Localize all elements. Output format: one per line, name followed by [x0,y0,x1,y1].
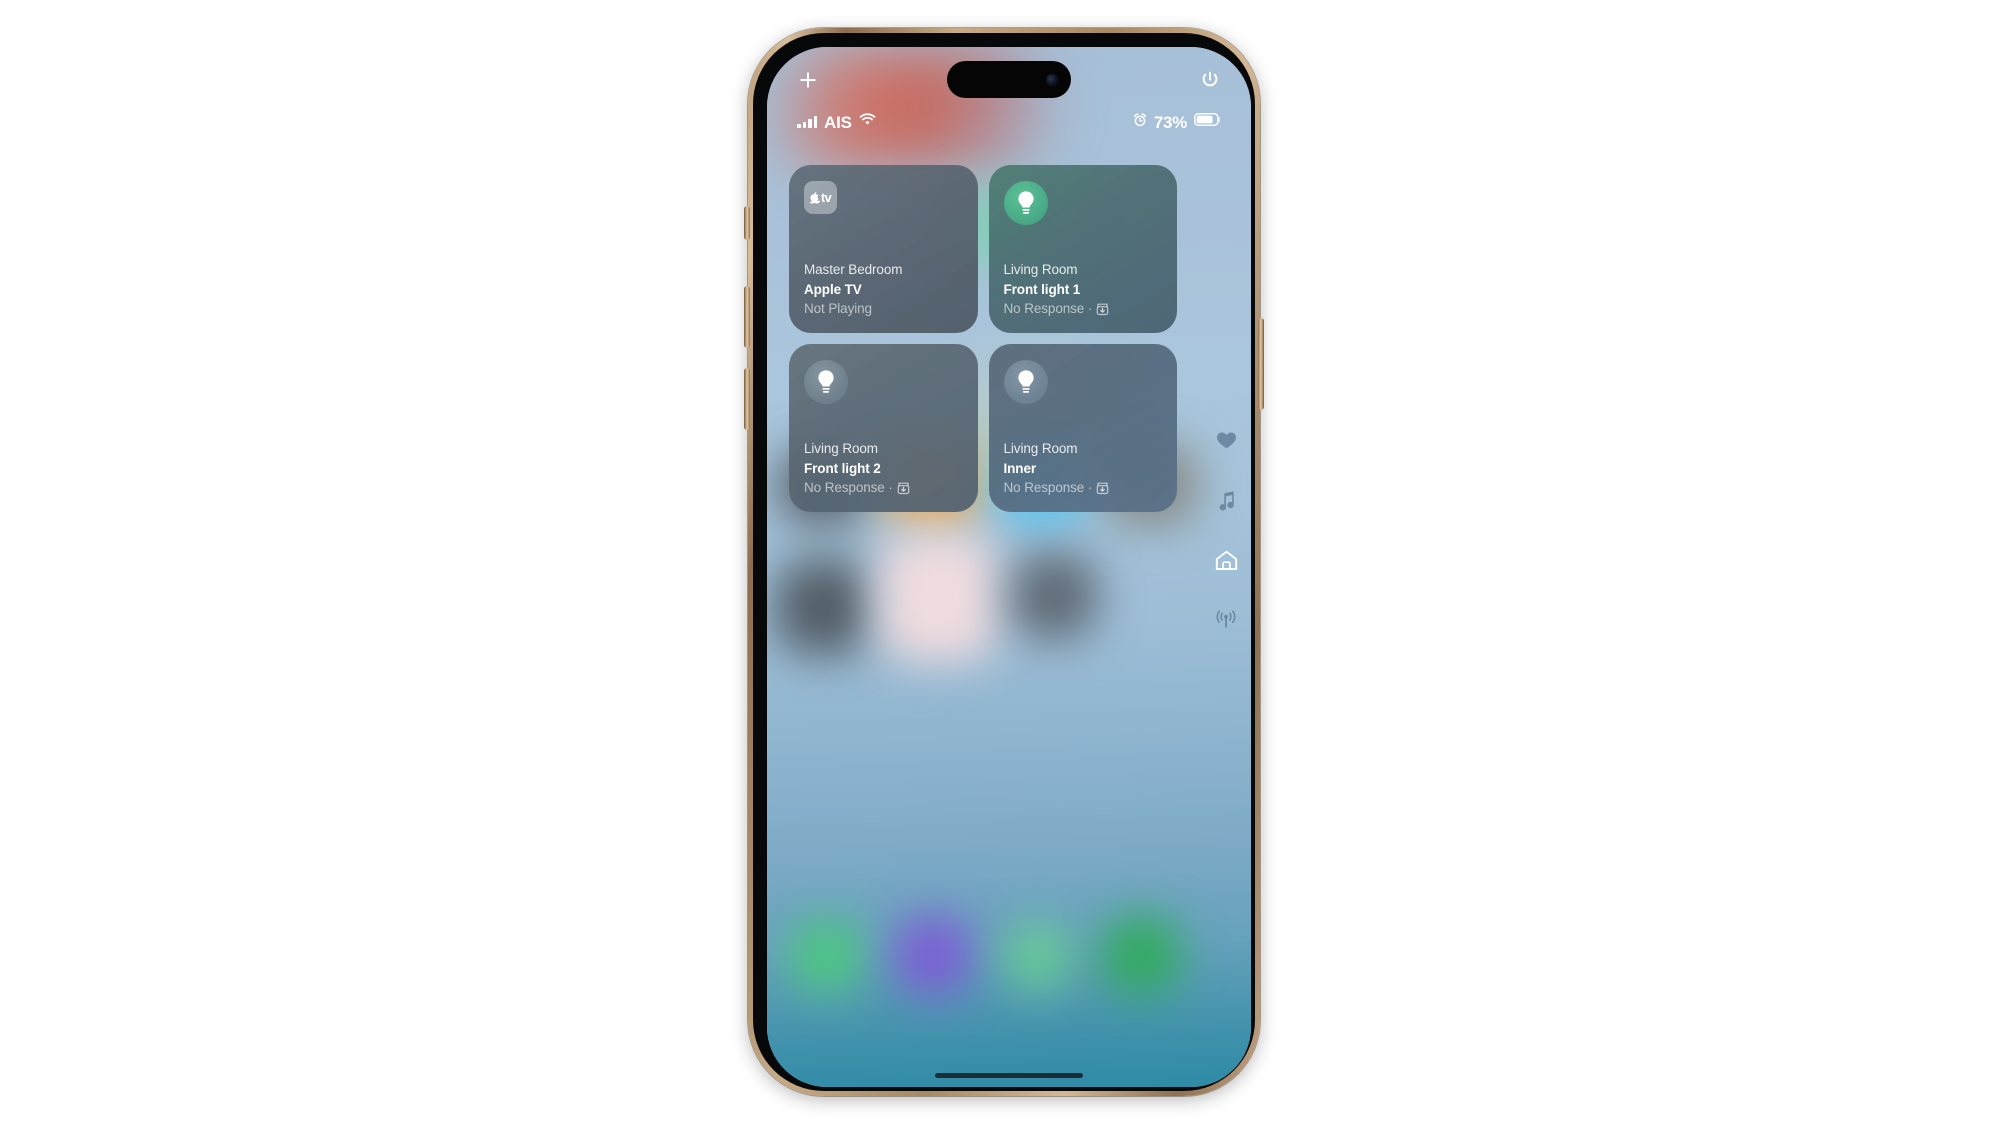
blurred-dock-icon [789,919,863,993]
heart-icon [1216,431,1237,450]
status-bar-right: 73% [1133,112,1221,132]
battery-percentage: 73% [1153,112,1187,132]
software-update-icon[interactable] [1096,302,1109,316]
accessory-room: Master Bedroom [804,262,903,278]
software-update-icon[interactable] [1096,481,1109,495]
apple-tv-icon: tv [804,181,837,214]
blurred-app-icon [879,533,997,661]
alarm-clock-icon [1133,112,1147,132]
accessory-tile-text: Living Room Front light 1 No Response · [1004,260,1164,319]
volume-down-button[interactable] [744,368,750,430]
status-bar-left: AIS [797,113,876,131]
lightbulb-icon [804,360,848,404]
rail-item-favorites[interactable] [1211,425,1241,455]
device-bezel: AIS 73% tv Master Bedroom Apple TV Not P… [753,33,1255,1091]
accessory-tile-inner[interactable]: Living Room Inner No Response · [988,344,1177,512]
dynamic-island [947,61,1071,98]
screenshot-stage: AIS 73% tv Master Bedroom Apple TV Not P… [0,0,2000,1125]
accessory-name: Inner [1003,460,1037,476]
apple-tv-tv-text: tv [820,190,832,205]
accessory-room: Living Room [804,441,878,457]
accessory-name: Front light 1 [1003,281,1081,297]
action-button[interactable] [744,206,750,240]
accessory-status: No Response · [1004,478,1164,498]
accessory-grid: tv Master Bedroom Apple TV Not Playing L… [789,165,1177,512]
status-bar: AIS 73% [767,109,1251,135]
cellular-bars-icon [797,116,817,128]
blurred-dock-icon [1003,923,1073,991]
accessory-tile-text: Living Room Inner No Response · [1004,439,1164,498]
accessory-status-text: No Response · [1003,301,1093,317]
power-button[interactable] [1195,65,1225,95]
device-screen: AIS 73% tv Master Bedroom Apple TV Not P… [767,47,1251,1087]
add-accessory-button[interactable] [793,65,823,95]
blurred-app-icon [775,559,871,655]
accessory-tile-apple-tv[interactable]: tv Master Bedroom Apple TV Not Playing [789,165,978,333]
accessory-tile-text: Living Room Front light 2 No Response · [804,439,964,498]
iphone-device: AIS 73% tv Master Bedroom Apple TV Not P… [744,28,1264,1096]
accessory-name: Apple TV [804,281,862,297]
accessory-tile-front-light-1[interactable]: Living Room Front light 1 No Response · [988,165,1177,333]
accessory-status-text: No Response · [804,480,893,496]
accessory-status: Not Playing [804,299,964,319]
accessory-room: Living Room [1003,441,1078,457]
wifi-icon [859,113,876,131]
home-indicator[interactable] [935,1073,1083,1078]
blurred-app-icon [1011,553,1097,639]
blurred-dock-icon [895,915,971,995]
broadcast-icon [1215,610,1237,630]
accessory-name: Front light 2 [804,460,881,476]
blurred-dock-icon [1101,915,1181,995]
battery-icon [1194,113,1221,131]
rail-item-broadcast[interactable] [1211,605,1241,635]
rail-item-home[interactable] [1211,545,1241,575]
accessory-status-text: No Response · [1003,480,1093,496]
volume-up-button[interactable] [744,286,750,348]
apple-tv-wordmark: tv [809,190,832,205]
accessory-room: Living Room [1003,262,1078,278]
accessory-status: No Response · [804,478,964,498]
software-update-icon[interactable] [897,481,910,495]
house-icon [1215,550,1238,571]
rail-item-media[interactable] [1211,485,1241,515]
lightbulb-icon [1003,360,1048,404]
control-rail [1211,425,1241,635]
accessory-status-text: Not Playing [804,301,872,317]
side-power-button[interactable] [1258,318,1264,410]
carrier-name: AIS [824,112,852,132]
accessory-status: No Response · [1004,299,1164,319]
music-note-icon [1217,490,1236,511]
accessory-tile-text: Master Bedroom Apple TV Not Playing [804,260,964,319]
front-camera-icon [1046,73,1058,86]
lightbulb-icon [1003,181,1048,225]
accessory-tile-front-light-2[interactable]: Living Room Front light 2 No Response · [789,344,978,512]
